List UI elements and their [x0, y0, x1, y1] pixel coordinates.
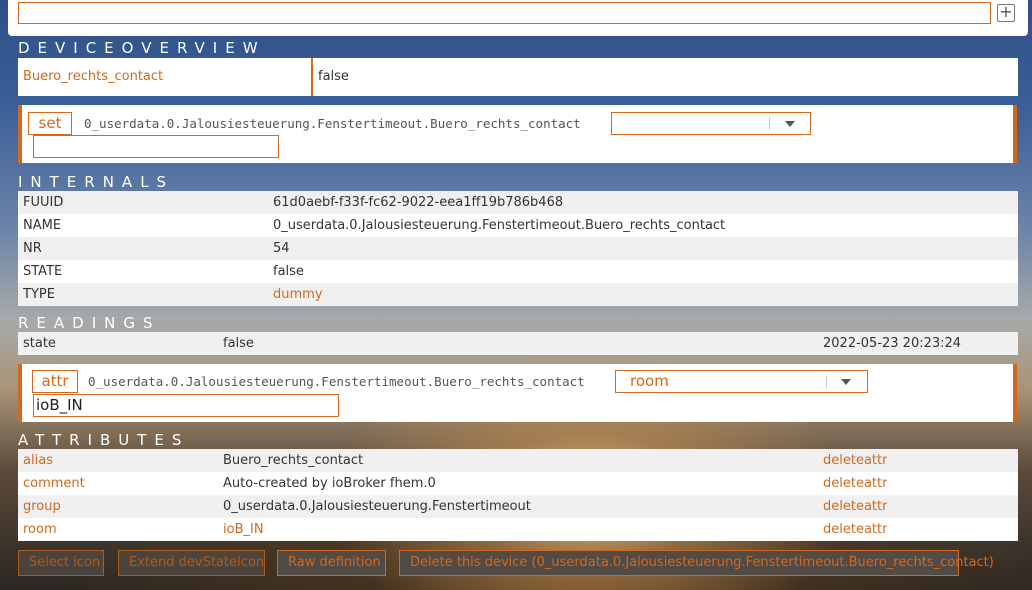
internal-key: STATE [23, 264, 63, 279]
internal-key: FUUID [23, 195, 64, 210]
attr-select-value: room [630, 372, 669, 390]
command-bar: + [8, 0, 1028, 36]
chevron-down-icon [785, 121, 795, 127]
attribute-value: 0_userdata.0.Jalousiesteuerung.Fensterti… [223, 499, 531, 514]
table-row: NR 54 [18, 237, 1018, 260]
reading-timestamp: 2022-05-23 20:23:24 [823, 336, 962, 351]
add-icon[interactable]: + [997, 4, 1015, 22]
table-row: state false 2022-05-23 20:23:24 [18, 332, 1018, 355]
readings-table: state false 2022-05-23 20:23:24 [18, 332, 1018, 355]
select-separator [769, 117, 770, 130]
chevron-down-icon [841, 379, 851, 385]
internal-value: 54 [273, 241, 290, 256]
set-device-name: 0_userdata.0.Jalousiesteuerung.Fensterti… [84, 116, 581, 131]
attribute-value: Buero_rechts_contact [223, 453, 364, 468]
extend-devstateicon-button[interactable]: Extend devStateIcon [118, 550, 265, 576]
table-row: room ioB_IN deleteattr [18, 518, 1018, 541]
delete-device-button[interactable]: Delete this device (0_userdata.0.Jalousi… [399, 550, 994, 576]
attributes-title: ATTRIBUTES [18, 431, 190, 449]
deleteattr-link[interactable]: deleteattr [823, 495, 887, 518]
table-row: STATE false [18, 260, 1018, 283]
attr-command-panel: attr 0_userdata.0.Jalousiesteuerung.Fens… [18, 364, 1017, 422]
deleteattr-link[interactable]: deleteattr [823, 518, 887, 541]
type-link[interactable]: dummy [273, 283, 323, 306]
reading-key: state [23, 336, 56, 351]
internal-key: NAME [23, 218, 62, 233]
internal-key: NR [23, 241, 42, 256]
attribute-value: Auto-created by ioBroker fhem.0 [223, 476, 436, 491]
table-row: alias Buero_rechts_contact deleteattr [18, 449, 1018, 472]
table-row: TYPE dummy [18, 283, 1018, 306]
table-row: comment Auto-created by ioBroker fhem.0 … [18, 472, 1018, 495]
select-icon-button[interactable]: Select icon [18, 550, 104, 576]
reading-value: false [223, 336, 254, 351]
table-row: FUUID 61d0aebf-f33f-fc62-9022-eea1ff19b7… [18, 191, 1018, 214]
deleteattr-link[interactable]: deleteattr [823, 472, 887, 495]
device-name-link[interactable]: Buero_rechts_contact [23, 58, 163, 96]
table-row: NAME 0_userdata.0.Jalousiesteuerung.Fens… [18, 214, 1018, 237]
internal-value: 0_userdata.0.Jalousiesteuerung.Fensterti… [273, 218, 726, 233]
attr-value-input[interactable]: ioB_IN [33, 394, 339, 417]
attr-device-name: 0_userdata.0.Jalousiesteuerung.Fensterti… [88, 374, 585, 389]
device-overview-panel: Buero_rechts_contact false [18, 58, 1018, 96]
overview-divider [311, 58, 313, 96]
deleteattr-link[interactable]: deleteattr [823, 449, 887, 472]
internal-value: 61d0aebf-f33f-fc62-9022-eea1ff19b786b468 [273, 195, 564, 210]
attr-button[interactable]: attr [32, 370, 78, 393]
set-value-input[interactable] [33, 135, 279, 158]
raw-definition-button[interactable]: Raw definition [277, 550, 386, 576]
select-separator [826, 375, 827, 388]
internals-table: FUUID 61d0aebf-f33f-fc62-9022-eea1ff19b7… [18, 191, 1018, 306]
attribute-key-link[interactable]: group [23, 495, 61, 518]
internal-value: false [273, 264, 304, 279]
readings-title: READINGS [18, 314, 161, 332]
room-link[interactable]: ioB_IN [223, 518, 264, 541]
table-row: group 0_userdata.0.Jalousiesteuerung.Fen… [18, 495, 1018, 518]
internal-key: TYPE [23, 287, 55, 302]
attribute-key-link[interactable]: comment [23, 472, 85, 495]
attr-select[interactable]: room [615, 370, 868, 393]
attribute-key-link[interactable]: alias [23, 449, 53, 472]
device-overview-title: DEVICEOVERVIEW [18, 39, 266, 57]
attributes-table: alias Buero_rechts_contact deleteattr co… [18, 449, 1018, 541]
device-state-value: false [318, 69, 349, 84]
set-select[interactable] [611, 112, 811, 135]
attribute-key-link[interactable]: room [23, 518, 57, 541]
command-input[interactable] [18, 2, 991, 24]
set-command-panel: set 0_userdata.0.Jalousiesteuerung.Fenst… [18, 105, 1017, 163]
internals-title: INTERNALS [18, 173, 175, 191]
set-button[interactable]: set [28, 112, 72, 135]
